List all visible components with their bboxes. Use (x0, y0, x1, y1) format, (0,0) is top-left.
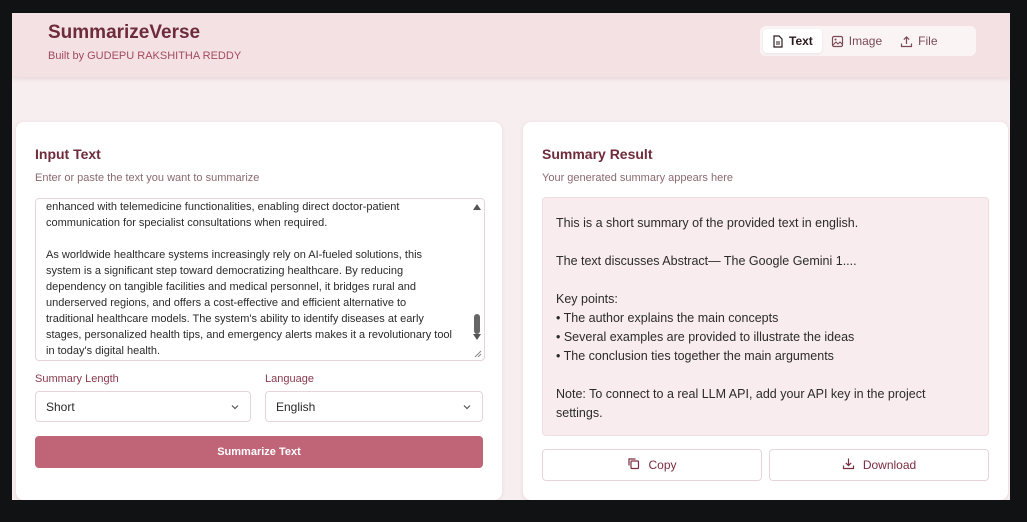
app-subtitle: Built by GUDEPU RAKSHITHA REDDY (48, 50, 242, 62)
result-card-subtitle: Your generated summary appears here (542, 172, 733, 184)
tab-image[interactable]: Image (822, 29, 891, 53)
resize-handle-icon[interactable] (474, 350, 482, 358)
upload-icon (900, 35, 913, 48)
chevron-down-icon (230, 401, 240, 415)
input-card-subtitle: Enter or paste the text you want to summ… (35, 172, 260, 184)
copy-button[interactable]: Copy (542, 449, 762, 481)
summary-line (556, 271, 975, 290)
input-card: Input Text Enter or paste the text you w… (16, 122, 502, 500)
summary-line: The text discusses Abstract— The Google … (556, 254, 857, 268)
download-icon (842, 457, 855, 473)
input-card-title: Input Text (35, 146, 101, 162)
tab-text-label: Text (789, 34, 813, 48)
summary-line (556, 233, 975, 252)
tab-image-label: Image (848, 34, 883, 48)
summary-line: Key points: (556, 292, 618, 306)
result-card-title: Summary Result (542, 146, 653, 162)
language-label: Language (265, 373, 314, 385)
app-title: SummarizeVerse (48, 22, 201, 43)
tab-file-label: File (918, 34, 938, 48)
input-textarea[interactable]: enhanced with telemedicine functionaliti… (35, 198, 485, 361)
summary-line: • The conclusion ties together the main … (556, 349, 834, 363)
scroll-down-arrow-icon[interactable] (473, 334, 481, 340)
summary-line: Note: To connect to a real LLM API, add … (556, 387, 926, 401)
language-value: English (276, 399, 316, 414)
app-window: SummarizeVerse Built by GUDEPU RAKSHITHA… (12, 13, 1010, 500)
summary-line (556, 366, 975, 385)
summary-length-label: Summary Length (35, 373, 119, 385)
summary-length-value: Short (46, 399, 75, 414)
language-select[interactable]: English (265, 391, 483, 422)
summary-line: • Several examples are provided to illus… (556, 330, 855, 344)
header: SummarizeVerse Built by GUDEPU RAKSHITHA… (12, 13, 1010, 77)
summary-line: • The author explains the main concepts (556, 311, 779, 325)
summarize-button[interactable]: Summarize Text (35, 436, 483, 468)
image-icon (831, 35, 844, 48)
download-button[interactable]: Download (769, 449, 989, 481)
document-icon (772, 34, 784, 48)
result-card: Summary Result Your generated summary ap… (523, 122, 1008, 500)
input-mode-tabs: Text Image File (760, 26, 976, 56)
summary-output: This is a short summary of the provided … (542, 197, 989, 436)
copy-label: Copy (648, 458, 677, 472)
summary-length-select[interactable]: Short (35, 391, 251, 422)
summary-line: This is a short summary of the provided … (556, 216, 859, 230)
scroll-up-arrow-icon[interactable] (473, 204, 481, 210)
tab-text[interactable]: Text (763, 29, 822, 53)
tab-file[interactable]: File (891, 29, 946, 53)
copy-icon (627, 457, 640, 473)
scroll-thumb[interactable] (474, 314, 480, 334)
chevron-down-icon (462, 401, 472, 415)
summary-line: settings. (556, 406, 603, 420)
textarea-scrollbar[interactable] (472, 202, 482, 344)
input-text-content: enhanced with telemedicine functionaliti… (46, 201, 452, 357)
download-label: Download (862, 458, 917, 472)
